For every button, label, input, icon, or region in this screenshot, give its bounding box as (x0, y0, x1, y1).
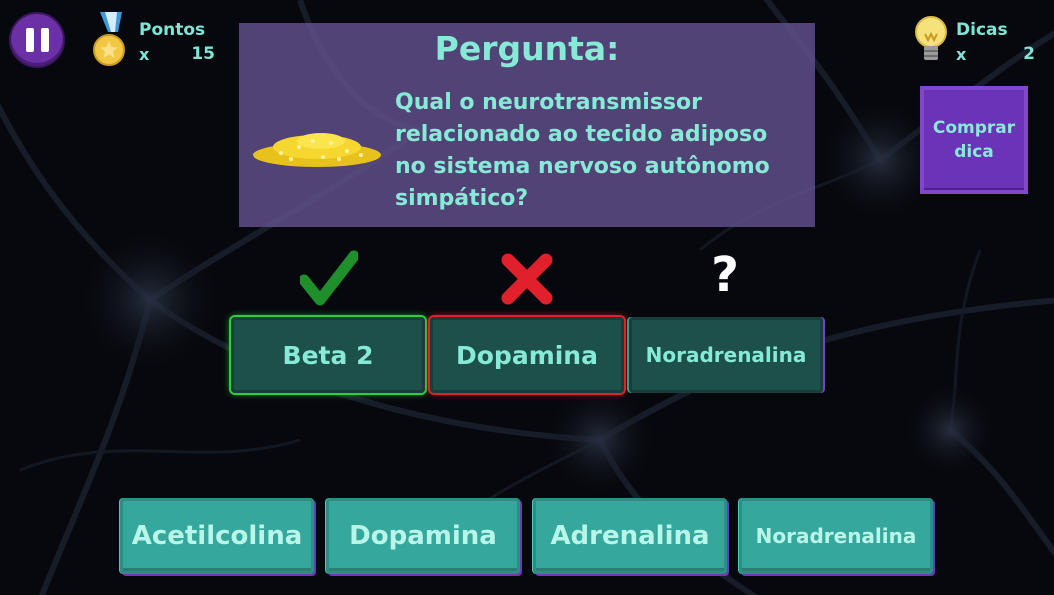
hints-value: 2 (1023, 44, 1035, 64)
checkmark-icon (300, 250, 358, 306)
question-title: Pergunta: (434, 29, 620, 68)
answer-slot-correct[interactable]: Beta 2 (231, 317, 425, 393)
option-label: Adrenalina (550, 521, 710, 551)
points-multiplier: x (139, 45, 150, 64)
x-icon (501, 253, 553, 305)
option-label: Acetilcolina (131, 521, 303, 551)
answer-slot-wrong[interactable]: Dopamina (430, 317, 624, 393)
pause-icon-bar (40, 28, 49, 52)
points-value: 15 (191, 44, 215, 64)
option-label: Noradrenalina (755, 524, 917, 548)
pause-icon (25, 28, 34, 52)
hints-multiplier: x (956, 45, 967, 64)
medal-icon (93, 12, 125, 66)
option-button-adrenalina[interactable]: Adrenalina (533, 498, 727, 574)
lightbulb-icon (915, 16, 947, 60)
buy-hint-label: Comprar dica (932, 118, 1016, 162)
answer-slot-label: Noradrenalina (645, 343, 807, 367)
answer-slot-label: Dopamina (456, 340, 598, 370)
hints-label: Dicas (956, 20, 1008, 40)
pause-button[interactable] (11, 14, 63, 66)
points-label: Pontos (139, 20, 206, 40)
option-label: Dopamina (349, 521, 497, 551)
option-button-dopamina[interactable]: Dopamina (326, 498, 520, 574)
gold-pile-icon (253, 133, 381, 167)
question-text: Qual o neurotransmissor relacionado ao t… (395, 90, 770, 211)
answer-slot-label: Beta 2 (282, 340, 374, 370)
unknown-mark: ? (711, 247, 739, 303)
option-button-noradrenalina[interactable]: Noradrenalina (739, 498, 933, 574)
question-panel: Pergunta: Qual o neurotransmissor relaci… (239, 23, 815, 227)
buy-hint-button[interactable]: Comprar dica (920, 86, 1028, 194)
answer-slot-unknown[interactable]: Noradrenalina (629, 317, 823, 393)
option-button-acetilcolina[interactable]: Acetilcolina (120, 498, 314, 574)
